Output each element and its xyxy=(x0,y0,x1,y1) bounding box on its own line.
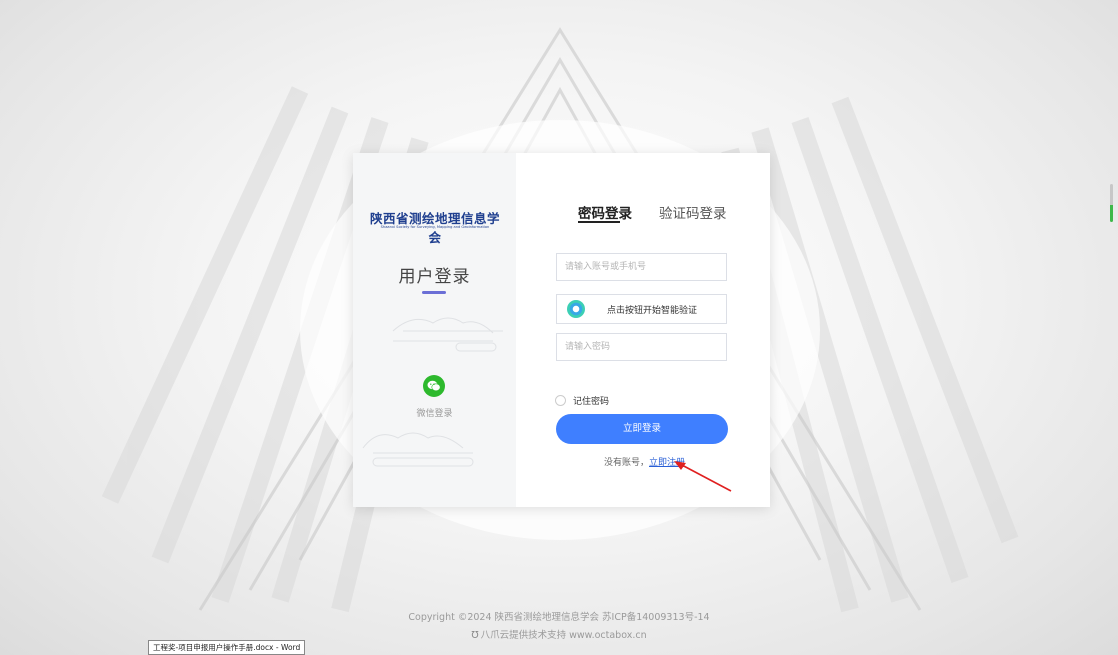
active-tab-indicator xyxy=(578,221,620,223)
account-input[interactable] xyxy=(557,254,726,280)
login-button[interactable]: 立即登录 xyxy=(556,414,728,444)
captcha-label: 点击按钮开始智能验证 xyxy=(607,305,698,316)
octabox-logo-icon: Ʊ xyxy=(471,630,479,641)
footer-support-text: 八爪云提供技术支持 www.octabox.cn xyxy=(480,630,647,641)
login-left-panel: 陕西省测绘地理信息学会 Shaanxi Society for Surveyin… xyxy=(353,153,516,507)
footer-copyright: Copyright ©2024 陕西省测绘地理信息学会 苏ICP备1400931… xyxy=(408,612,710,623)
password-input[interactable] xyxy=(557,334,726,360)
tab-sms-login[interactable]: 验证码登录 xyxy=(659,202,727,222)
account-field[interactable] xyxy=(556,253,727,281)
remember-radio[interactable] xyxy=(555,395,566,406)
shield-icon xyxy=(567,300,585,318)
wechat-login-label[interactable]: 微信登录 xyxy=(353,406,516,419)
tab-password-login[interactable]: 密码登录 xyxy=(578,202,632,222)
wechat-login-icon[interactable] xyxy=(423,375,445,397)
taskbar-tooltip: 工程奖-项目申报用户操作手册.docx - Word xyxy=(148,640,306,655)
login-form-panel: 密码登录 验证码登录 点击按钮开始智能验证 记住密码 立即登录 没有账号，立即注… xyxy=(516,153,770,507)
remember-password[interactable]: 记住密码 xyxy=(555,394,609,407)
password-field[interactable] xyxy=(556,333,727,361)
remember-label: 记住密码 xyxy=(573,397,610,407)
footer-support: Ʊ 八爪云提供技术支持 www.octabox.cn xyxy=(0,627,1118,641)
red-arrow-annotation xyxy=(674,461,732,492)
no-account-text: 没有账号， xyxy=(604,458,650,468)
decorative-buildings-illustration xyxy=(362,317,503,467)
scroll-indicator[interactable] xyxy=(1110,184,1113,222)
smart-captcha-button[interactable]: 点击按钮开始智能验证 xyxy=(556,294,727,324)
login-card: 陕西省测绘地理信息学会 Shaanxi Society for Surveyin… xyxy=(353,153,770,507)
